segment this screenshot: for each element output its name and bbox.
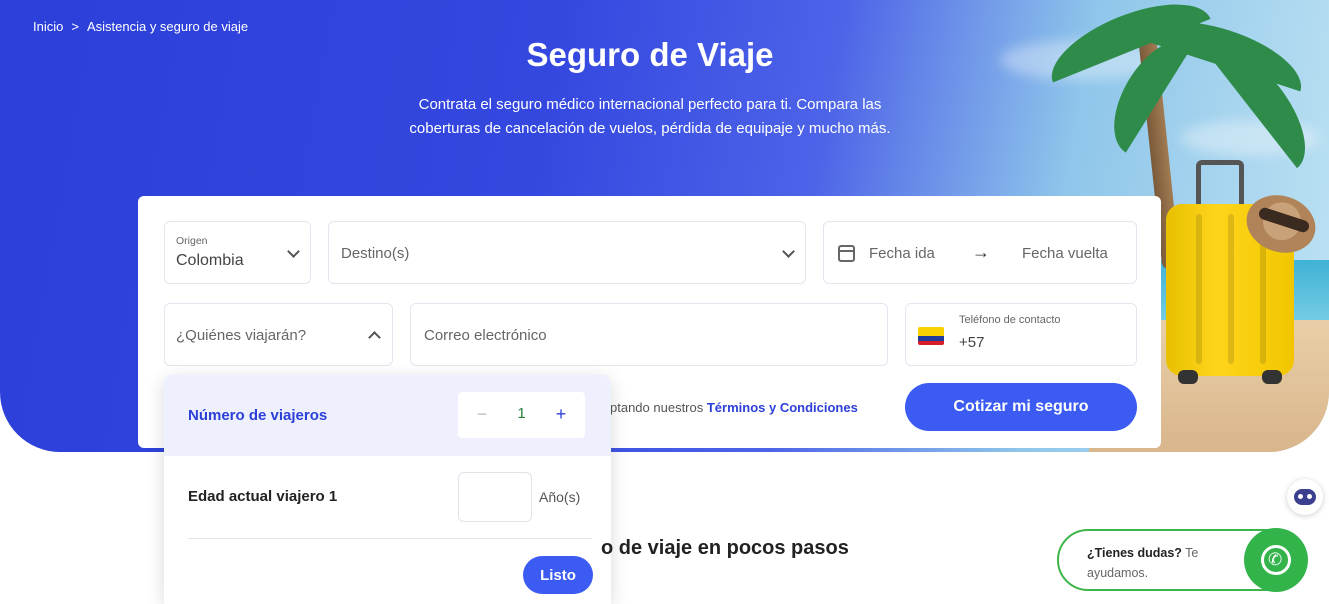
origin-select[interactable]: Origen Colombia: [164, 221, 311, 284]
departure-date-field[interactable]: Fecha ida: [869, 245, 935, 262]
suitcase-wheel-decoration: [1178, 370, 1198, 384]
done-button[interactable]: Listo: [523, 556, 593, 594]
email-placeholder: Correo electrónico: [424, 327, 547, 344]
chatbot-icon[interactable]: [1287, 479, 1323, 515]
phone-field[interactable]: Teléfono de contacto +57: [905, 303, 1137, 366]
arrow-right-icon: →: [972, 242, 990, 262]
travelers-select[interactable]: ¿Quiénes viajarán?: [164, 303, 393, 366]
whatsapp-icon: [1261, 545, 1291, 575]
page-title: Seguro de Viaje: [526, 36, 774, 73]
section-title: o de viaje en pocos pasos: [601, 537, 849, 559]
increment-button[interactable]: +: [549, 402, 573, 426]
origin-label: Origen: [176, 235, 208, 247]
colombia-flag-icon: [918, 327, 944, 345]
suitcase-rib-decoration: [1228, 214, 1234, 364]
age-unit-label: Año(s): [539, 489, 581, 505]
travelers-dropdown: Número de viajeros − 1 + Edad actual via…: [164, 375, 611, 604]
destination-select[interactable]: Destino(s): [328, 221, 806, 284]
terms-prefix: ptando nuestros: [610, 400, 707, 415]
breadcrumb-home-link[interactable]: Inicio: [33, 19, 63, 34]
whatsapp-button[interactable]: [1244, 528, 1308, 592]
origin-value: Colombia: [176, 252, 244, 269]
quote-button[interactable]: Cotizar mi seguro: [905, 383, 1137, 431]
email-field[interactable]: Correo electrónico: [410, 303, 888, 366]
help-text: ¿Tienes dudas? Te ayudamos.: [1087, 543, 1237, 583]
return-date-field[interactable]: Fecha vuelta: [1022, 245, 1108, 262]
terms-text: ptando nuestros Términos y Condiciones: [610, 400, 858, 415]
calendar-icon: [838, 245, 855, 262]
divider: [188, 538, 592, 539]
breadcrumb: Inicio > Asistencia y seguro de viaje: [33, 19, 248, 34]
suitcase-rib-decoration: [1196, 214, 1202, 364]
phone-label: Teléfono de contacto: [959, 314, 1061, 326]
date-range-picker[interactable]: Fecha ida → Fecha vuelta: [823, 221, 1137, 284]
travelers-count-row: Número de viajeros − 1 +: [164, 375, 611, 456]
breadcrumb-current[interactable]: Asistencia y seguro de viaje: [87, 19, 248, 34]
phone-prefix: +57: [959, 334, 985, 351]
traveler-age-input[interactable]: [458, 472, 532, 522]
travelers-stepper: − 1 +: [458, 392, 585, 438]
suitcase-wheel-decoration: [1262, 370, 1282, 384]
chevron-down-icon: [782, 245, 795, 258]
chevron-up-icon: [368, 331, 381, 344]
travelers-count-label: Número de viajeros: [188, 407, 328, 424]
chevron-right-icon: >: [71, 19, 79, 34]
page-subtitle: Contrata el seguro médico internacional …: [409, 96, 891, 137]
chevron-down-icon: [287, 245, 300, 258]
help-text-bold: ¿Tienes dudas?: [1087, 546, 1182, 560]
traveler-age-label: Edad actual viajero 1: [188, 488, 338, 505]
travelers-placeholder: ¿Quiénes viajarán?: [176, 327, 307, 344]
terms-link[interactable]: Términos y Condiciones: [707, 400, 858, 415]
suitcase-handle-decoration: [1196, 160, 1244, 208]
destination-placeholder: Destino(s): [341, 245, 410, 262]
